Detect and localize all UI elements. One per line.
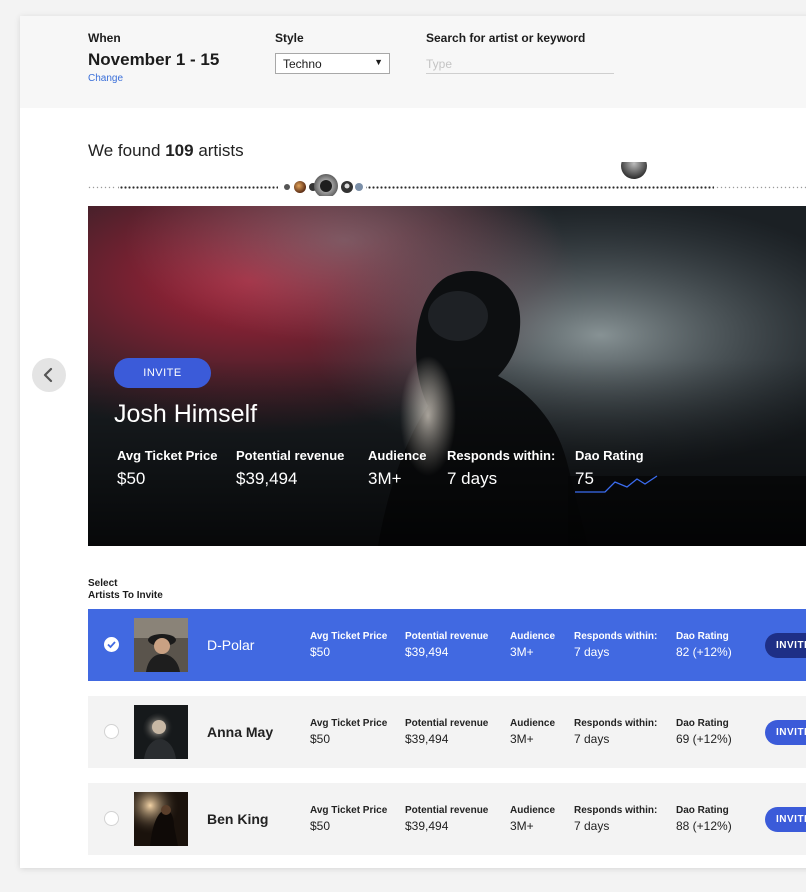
select-artists-label: Select Artists To Invite bbox=[88, 578, 163, 601]
artist-avatar bbox=[134, 705, 188, 759]
timeline-hover-avatar[interactable] bbox=[621, 162, 647, 179]
stat-rating: Dao Rating 69 (+12%) bbox=[676, 718, 732, 746]
results-count-text: We found 109 artists bbox=[88, 141, 244, 161]
main-card: When November 1 - 15 Change Style Techno… bbox=[20, 16, 806, 868]
filter-bar: When November 1 - 15 Change Style Techno… bbox=[20, 16, 806, 108]
when-label: When bbox=[88, 31, 121, 45]
stat-responds: Responds within: 7 days bbox=[574, 631, 658, 659]
search-label: Search for artist or keyword bbox=[426, 31, 586, 45]
row-checkbox[interactable] bbox=[104, 811, 119, 826]
invite-button[interactable]: INVITE bbox=[765, 720, 806, 745]
artist-name: Ben King bbox=[207, 811, 269, 827]
featured-stat-ticket-price: Avg Ticket Price $50 bbox=[117, 448, 218, 488]
featured-stat-revenue: Potential revenue $39,494 bbox=[236, 448, 345, 488]
stat-audience: Audience 3M+ bbox=[510, 718, 556, 746]
stat-revenue: Potential revenue $39,494 bbox=[405, 805, 489, 833]
chevron-left-icon bbox=[43, 367, 53, 383]
stat-responds: Responds within: 7 days bbox=[574, 805, 658, 833]
featured-artist-card[interactable]: INVITE Josh Himself Avg Ticket Price $50… bbox=[88, 206, 806, 546]
invite-button[interactable]: INVITE bbox=[765, 633, 806, 658]
stat-revenue: Potential revenue $39,494 bbox=[405, 631, 489, 659]
artist-name: D-Polar bbox=[207, 637, 255, 653]
search-input[interactable] bbox=[426, 54, 614, 74]
artist-row[interactable]: Anna May Avg Ticket Price $50 Potential r… bbox=[88, 696, 806, 768]
timeline-avatar[interactable] bbox=[294, 181, 306, 193]
results-count: 109 bbox=[165, 141, 194, 160]
artist-timeline[interactable] bbox=[88, 162, 806, 196]
stat-ticket-price: Avg Ticket Price $50 bbox=[310, 631, 388, 659]
featured-stat-audience: Audience 3M+ bbox=[368, 448, 427, 488]
stat-rating: Dao Rating 82 (+12%) bbox=[676, 631, 732, 659]
stat-ticket-price: Avg Ticket Price $50 bbox=[310, 718, 388, 746]
featured-invite-button[interactable]: INVITE bbox=[114, 358, 211, 388]
featured-artist-name: Josh Himself bbox=[114, 400, 258, 428]
stat-audience: Audience 3M+ bbox=[510, 805, 556, 833]
stat-audience: Audience 3M+ bbox=[510, 631, 556, 659]
stat-revenue: Potential revenue $39,494 bbox=[405, 718, 489, 746]
date-range-value: November 1 - 15 bbox=[88, 50, 220, 69]
sparkline-icon bbox=[575, 475, 658, 493]
style-label: Style bbox=[275, 31, 304, 45]
invite-button[interactable]: INVITE bbox=[765, 807, 806, 832]
row-checkbox[interactable] bbox=[104, 724, 119, 739]
stat-responds: Responds within: 7 days bbox=[574, 718, 658, 746]
results-suffix: artists bbox=[198, 141, 244, 160]
style-selected-value: Techno bbox=[283, 57, 322, 71]
artist-row[interactable]: D-Polar Avg Ticket Price $50 Potential re… bbox=[88, 609, 806, 681]
row-checkbox[interactable] bbox=[104, 637, 119, 652]
stat-rating: Dao Rating 88 (+12%) bbox=[676, 805, 732, 833]
previous-artist-button[interactable] bbox=[32, 358, 66, 392]
check-icon bbox=[107, 641, 116, 649]
results-prefix: We found bbox=[88, 141, 161, 160]
timeline-avatar[interactable] bbox=[284, 184, 290, 190]
artist-avatar bbox=[134, 792, 188, 846]
dropdown-caret-icon: ▼ bbox=[374, 57, 383, 67]
timeline-avatar[interactable] bbox=[355, 183, 363, 191]
artist-row[interactable]: Ben King Avg Ticket Price $50 Potential r… bbox=[88, 783, 806, 855]
change-date-link[interactable]: Change bbox=[88, 73, 123, 84]
featured-stat-responds: Responds within: 7 days bbox=[447, 448, 556, 488]
artist-avatar bbox=[134, 618, 188, 672]
artist-name: Anna May bbox=[207, 724, 274, 740]
style-select[interactable]: Techno ▼ bbox=[275, 53, 390, 74]
stat-ticket-price: Avg Ticket Price $50 bbox=[310, 805, 388, 833]
